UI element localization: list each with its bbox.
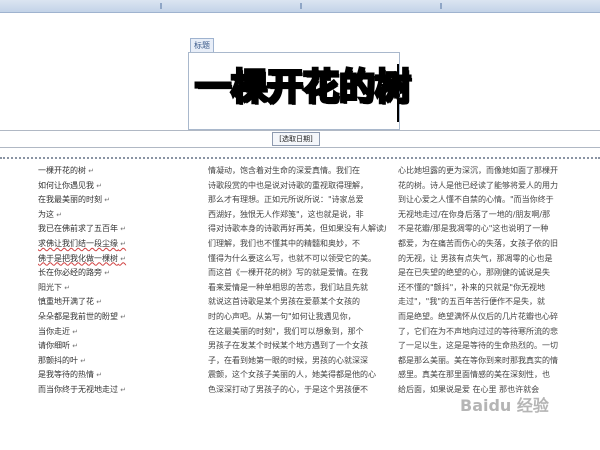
poem-line: 那颤抖的叶	[38, 354, 188, 369]
poem-line: 佛于是把我化做一棵树	[38, 252, 188, 267]
watermark-logo: Baidu 经验	[460, 396, 549, 415]
essay-line: 西湖好，独恨无人作郑笺"，这也就是说，非	[208, 209, 364, 219]
essay-line: 感里。真美在那里面情感的美在深刻性，也	[398, 370, 550, 380]
essay-line: 们理解，我们也不懂其中的精髓和奥妙，不	[208, 238, 360, 248]
essay-line: 而是绝望。绝望满怀从仪后的几片花瓣也心碎	[398, 311, 558, 321]
text-cursor	[397, 64, 399, 122]
poem-line: 在我最美丽的时刻	[38, 193, 188, 208]
essay-line: 到让心爱之人懂不自禁的心情。"而当你终于	[398, 195, 554, 205]
poem-line: 朵朵都是我前世的盼望	[38, 310, 188, 325]
separator-line	[0, 130, 600, 131]
poem-line: 一棵开花的树	[38, 164, 188, 179]
section-break-line	[0, 157, 600, 159]
essay-line: 子，在看到她第一眼的时候，男孩的心就深深	[208, 355, 368, 365]
essay-line: 诗歌段赏的中也是说对诗歌的重视取得理解，	[208, 180, 368, 190]
poem-line: 是我等待的热情	[38, 368, 188, 383]
document-title[interactable]: 一棵开花的树	[194, 58, 413, 118]
poem-line: 当你走近	[38, 325, 188, 340]
essay-line: 而这首《一棵开花的树》写的就是爱情。在我	[208, 268, 368, 278]
poem-line: 阳光下	[38, 281, 188, 296]
essay-line: 情凝动，饱含着对生命的深爱真情。我们在	[208, 166, 360, 175]
poem-line: 而当你终于无视地走过	[38, 383, 188, 398]
essay-line: 懂得为什么要这么写，也就不可以领受它的美。	[208, 253, 376, 263]
essay-line: 的无视，让 男孩有点失气，那凋零的心也是	[398, 253, 553, 263]
poem-line: 我已在佛前求了五百年	[38, 222, 188, 237]
poem-line: 长在你必经的路旁	[38, 266, 188, 281]
ruler-tick	[300, 3, 302, 9]
essay-line: 不是花瓣/那是我凋零的心"这也说明了一种	[398, 224, 549, 234]
ruler-tick	[440, 3, 442, 9]
poem-line: 请你细听	[38, 339, 188, 354]
essay-column-right[interactable]: 心比她坦露的更为深沉，而像她如面了那棵开 花的树。诗人是他已经读了能够将爱人的用力…	[398, 164, 576, 398]
essay-line: 是在已失望的绝望的心，那刚健的诚说是失	[398, 268, 550, 278]
poem-column[interactable]: 一棵开花的树如何让你遇见我在我最美丽的时刻为这我已在佛前求了五百年求佛让我们结一…	[38, 164, 188, 398]
essay-line: 了，它们在为不声地向过过的等待寒所流的悲	[398, 326, 558, 336]
essay-line: 都爱，为在痛苦而伤心的失落，女孩子依的旧	[398, 238, 558, 248]
essay-line: 看来爱情是一种单相思的苦恋，我们站且先就	[208, 282, 368, 292]
essay-column-middle[interactable]: 情凝动，饱含着对生命的深爱真情。我们在 诗歌段赏的中也是说对诗歌的重视取得理解， 那…	[208, 164, 386, 398]
essay-line: 走过"，"我"的五百年苦行便作不是失，就	[398, 297, 546, 307]
essay-line: 色深深打动了男孩子的心，于是这个男孩便不	[208, 384, 368, 394]
poem-line: 如何让你遇见我	[38, 179, 188, 194]
poem-line: 求佛让我们结一段尘缘	[38, 237, 188, 252]
essay-line: 时的心声吧。从第一句"如何让我遇见你，	[208, 311, 356, 321]
essay-line: 还不懂的"颤抖"，补来的只就是"你无视地	[398, 282, 546, 292]
essay-line: 都是那么美丽。美在等你到来时那我真实的情	[398, 355, 558, 365]
essay-line: 无视地走过/在你身后落了一地的/朋友啊/那	[398, 209, 551, 219]
essay-line: 了一足以生，这是是等待的生命热烈的。一切	[398, 341, 558, 351]
poem-line: 慎重地开满了花	[38, 295, 188, 310]
poem-line: 为这	[38, 208, 188, 223]
essay-line: 震颤，这个女孩子美丽的人，她美得都是他的心	[208, 370, 376, 380]
essay-line: 那么才有理想。正如元所说所说："诗家总爱	[208, 195, 364, 205]
essay-line: 心比她坦露的更为深沉，而像她如面了那棵开	[398, 166, 558, 175]
separator-line	[0, 147, 600, 148]
essay-line: 在这最美丽的时刻"，我们可以想象到，那个	[208, 326, 364, 336]
ruler-tick	[160, 3, 162, 9]
date-picker-control[interactable]: [选取日期]	[272, 132, 320, 146]
essay-line: 男孩子在发某个时候某个地方遇到了一个女孩	[208, 341, 368, 351]
essay-line: 花的树。诗人是他已经读了能够将爱人的用力	[398, 180, 558, 190]
essay-line: 就说这首诗歌是某个男孩在爱慕某个女孩的	[208, 297, 360, 307]
essay-line: 得对诗歌本身的诗歌再好再美，但如果没有人解读启	[208, 224, 386, 234]
